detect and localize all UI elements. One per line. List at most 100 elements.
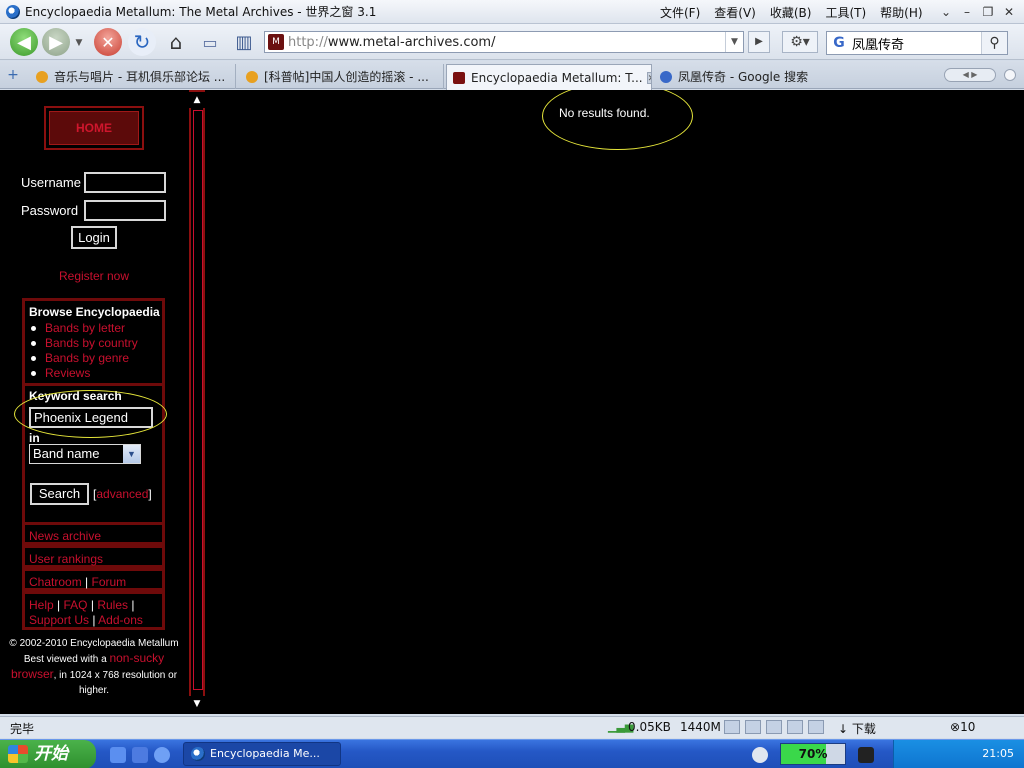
forum-link[interactable]: Forum [92, 575, 127, 589]
window-title: Encyclopaedia Metallum: The Metal Archiv… [25, 5, 377, 19]
status-text: 完毕 [10, 722, 35, 736]
restore-page-icon[interactable]: ▭ [196, 28, 224, 56]
home-icon[interactable]: ⌂ [162, 28, 190, 56]
window-controls: ⌄ – ❐ ✕ [934, 3, 1018, 21]
tab-metal-archives[interactable]: Encyclopaedia Metallum: T... ✕ [446, 64, 652, 90]
username-field[interactable] [84, 172, 166, 193]
tab-scroll-control[interactable]: ◀ ▶ [944, 68, 996, 82]
address-url[interactable]: http://www.metal-archives.com/ [288, 35, 495, 50]
close-tab-icon[interactable]: ✕ [646, 71, 651, 84]
browse-link-letter[interactable]: Bands by letter [29, 321, 162, 336]
tab-google-search[interactable]: 凤凰传奇 - Google 搜索 [654, 64, 840, 89]
search-button[interactable]: Search [30, 483, 89, 505]
tab-forum-music[interactable]: 音乐与唱片 - 耳机俱乐部论坛 ... [30, 64, 236, 89]
separator: | [92, 613, 96, 627]
web-search-input[interactable] [852, 35, 972, 51]
home-button[interactable]: HOME [49, 111, 139, 145]
start-button[interactable]: 开始 [0, 740, 96, 768]
address-host: www.metal-archives.com/ [327, 34, 496, 50]
ime-icon[interactable] [752, 747, 768, 763]
taskbar: 开始 Encyclopaedia Me... 70% 21:05 [0, 739, 1024, 768]
tab-list-icon[interactable] [1004, 69, 1016, 81]
screenshot-icon[interactable] [724, 720, 740, 734]
register-link[interactable]: Register now [0, 269, 188, 283]
forward-arrow-icon[interactable]: ▶ [42, 28, 70, 56]
tab-label: [科普帖]中国人创造的摇滚 - ... [264, 70, 429, 84]
chevron-down-icon[interactable]: ▼ [123, 445, 140, 463]
search-icon[interactable]: ⚲ [981, 32, 1007, 54]
power-plug-icon[interactable] [858, 747, 874, 763]
search-type-value: Band name [33, 446, 100, 461]
menu-tools[interactable]: 工具(T) [825, 4, 866, 21]
chatroom-link[interactable]: Chatroom [29, 575, 82, 589]
highlight-ellipse [14, 390, 167, 438]
news-archive-box: News archive [22, 522, 165, 545]
scroll-up-icon[interactable]: ▲ [189, 92, 205, 108]
go-arrow-icon[interactable]: ▶ [748, 31, 770, 53]
browse-link-reviews[interactable]: Reviews [29, 366, 162, 381]
browse-link-genre[interactable]: Bands by genre [29, 351, 162, 366]
user-rankings-link[interactable]: User rankings [29, 552, 103, 566]
user-rankings-box: User rankings [22, 545, 165, 568]
google-icon[interactable]: G [830, 34, 848, 52]
window-titlebar: Encyclopaedia Metallum: The Metal Archiv… [0, 0, 1024, 24]
taskbar-window-button[interactable]: Encyclopaedia Me... [183, 742, 341, 766]
note-icon[interactable] [787, 720, 803, 734]
data-counter: 0.05KB [628, 720, 671, 734]
login-button[interactable]: Login [71, 226, 117, 249]
address-protocol: http:// [288, 34, 328, 50]
counter-badge: ⊗10 [950, 720, 976, 734]
shield-icon[interactable] [808, 720, 824, 734]
rules-link[interactable]: Rules [97, 598, 128, 612]
browse-link-country[interactable]: Bands by country [29, 336, 162, 351]
address-dropdown-icon[interactable]: ▼ [725, 32, 743, 52]
download-link[interactable]: ↓ 下载 [838, 720, 876, 737]
addons-link[interactable]: Add-ons [98, 613, 143, 627]
support-link[interactable]: Support Us [29, 613, 89, 627]
menu-help[interactable]: 帮助(H) [880, 4, 922, 21]
advanced-search-link[interactable]: advanced [96, 487, 148, 501]
back-arrow-icon[interactable]: ◀ [10, 28, 38, 56]
search-in-label: in [29, 431, 40, 445]
chat-forum-box: Chatroom | Forum [22, 568, 165, 591]
search-type-select[interactable]: Band name ▼ [29, 444, 141, 464]
menu-view[interactable]: 查看(V) [714, 4, 756, 21]
image-icon[interactable] [745, 720, 761, 734]
start-label: 开始 [34, 744, 68, 764]
browser-app-icon [191, 747, 205, 761]
best-viewed-text: Best viewed with a [23, 654, 107, 665]
menu-file[interactable]: 文件(F) [660, 4, 700, 21]
web-search-box[interactable]: G ⚲ [826, 31, 1008, 55]
minimize-icon[interactable]: – [958, 3, 976, 21]
bookmarks-icon[interactable]: ▥ [230, 28, 258, 56]
quicklaunch-icon[interactable] [110, 747, 126, 763]
taskbar-window-label: Encyclopaedia Me... [210, 747, 320, 760]
faq-link[interactable]: FAQ [64, 598, 88, 612]
new-tab-icon[interactable]: + [4, 66, 22, 84]
news-archive-link[interactable]: News archive [29, 529, 101, 543]
tab-label: Encyclopaedia Metallum: T... [471, 70, 643, 85]
chevron-down-icon[interactable]: ⌄ [937, 3, 955, 21]
highlight-ellipse [542, 90, 693, 150]
restore-icon[interactable]: ❐ [979, 3, 997, 21]
tab-rock-thread[interactable]: [科普帖]中国人创造的摇滚 - ... [240, 64, 444, 89]
scroll-down-icon[interactable]: ▼ [189, 696, 205, 712]
advanced-search: [advanced] [93, 487, 152, 501]
quicklaunch-browser-icon[interactable] [154, 747, 170, 763]
browser-app-icon [6, 4, 20, 19]
tools-wrench-icon[interactable]: ⚙▾ [782, 31, 818, 53]
address-bar[interactable]: M http://www.metal-archives.com/ ▼ [264, 31, 744, 53]
quicklaunch-icon[interactable] [132, 747, 148, 763]
page-icon[interactable] [766, 720, 782, 734]
menu-favorites[interactable]: 收藏(B) [770, 4, 812, 21]
reload-icon[interactable]: ↻ [128, 28, 156, 56]
help-link[interactable]: Help [29, 598, 54, 612]
scrollbar-track[interactable] [193, 110, 203, 690]
history-dropdown-icon[interactable]: ▼ [72, 36, 86, 50]
separator: | [85, 575, 89, 589]
password-field[interactable] [84, 200, 166, 221]
stop-icon[interactable]: ✕ [94, 28, 122, 56]
close-icon[interactable]: ✕ [1000, 3, 1018, 21]
resolution-text: , in 1024 x 768 resolution or higher. [53, 670, 178, 696]
counter-value: 10 [960, 720, 976, 734]
